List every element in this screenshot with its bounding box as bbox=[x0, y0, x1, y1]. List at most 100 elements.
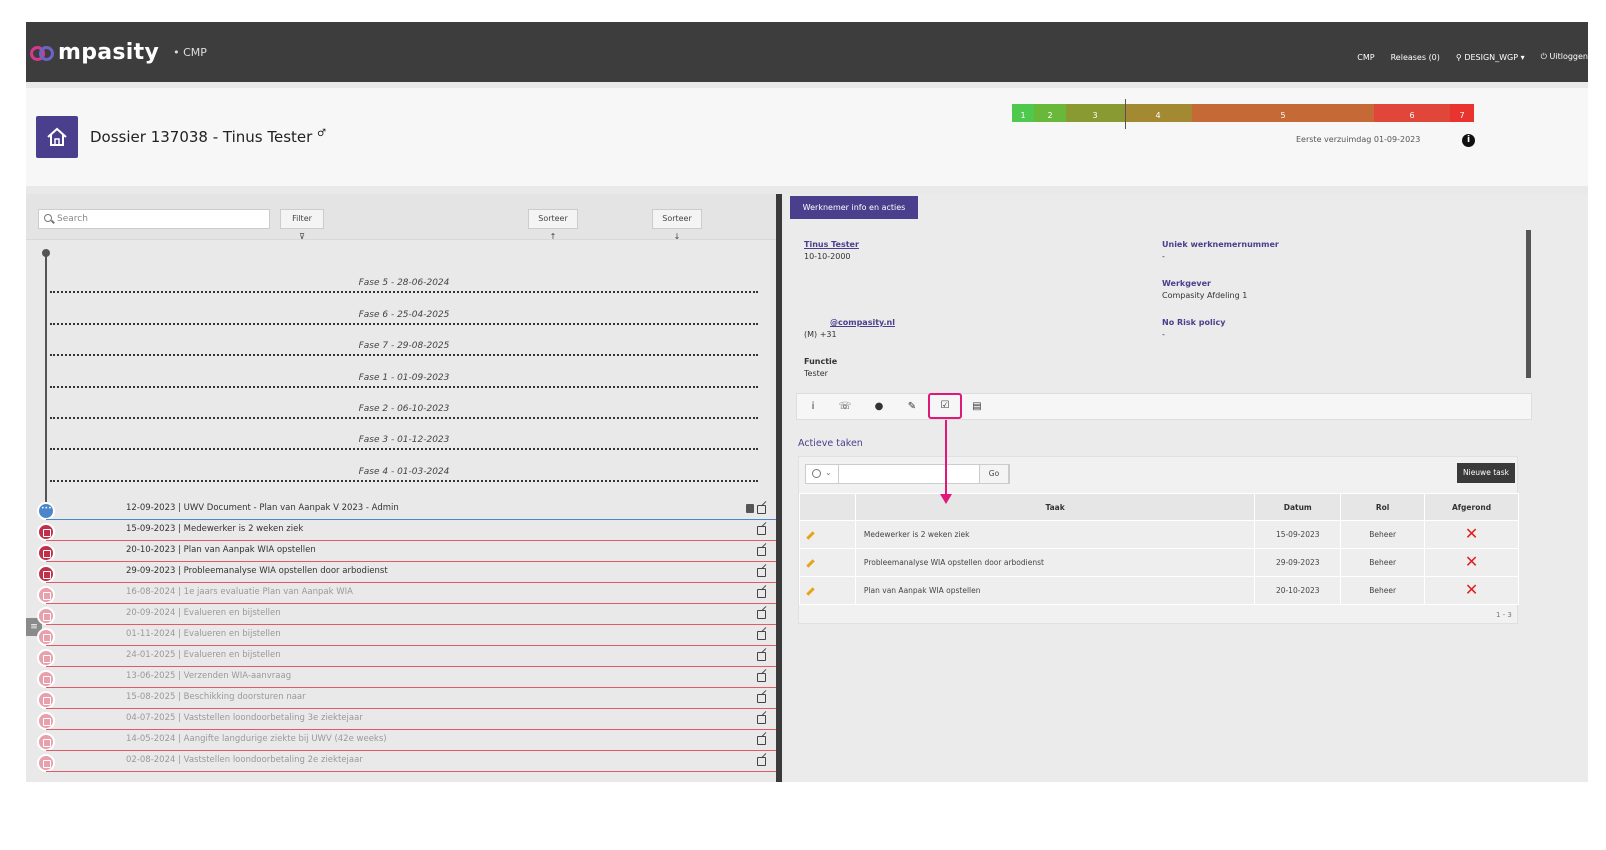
timeline-event[interactable]: 01-11-2024 | Evalueren en bijstellen bbox=[26, 625, 776, 646]
timeline-event[interactable]: 12-09-2023 | UWV Document - Plan van Aan… bbox=[26, 499, 776, 520]
calendar-icon[interactable] bbox=[746, 504, 754, 513]
event-dot-icon bbox=[37, 502, 55, 520]
dossier-header: Dossier 137038 - Tinus Tester ♂ 1 2 3 4 … bbox=[26, 88, 1588, 186]
open-external-icon[interactable] bbox=[757, 589, 766, 598]
app-window: mpasity • CMP CMP Releases (0) ⚲ DESIGN_… bbox=[26, 22, 1588, 782]
phase-segment-2[interactable]: 2 bbox=[1034, 104, 1066, 122]
phase-segment-5[interactable]: 5 bbox=[1192, 104, 1374, 122]
open-external-icon[interactable] bbox=[757, 652, 766, 661]
task-name: Medewerker is 2 weken ziek bbox=[854, 520, 1256, 549]
nav-link-user[interactable]: ⚲ DESIGN_WGP ▾ bbox=[1456, 53, 1525, 62]
event-dot-icon bbox=[37, 544, 55, 562]
nav-link-releases[interactable]: Releases (0) bbox=[1391, 53, 1440, 62]
timeline-event[interactable]: 20-10-2023 | Plan van Aanpak WIA opstell… bbox=[26, 541, 776, 562]
email-link[interactable]: @compasity.nl bbox=[830, 318, 895, 327]
open-external-icon[interactable] bbox=[757, 505, 766, 514]
timeline-event[interactable]: 15-09-2023 | Medewerker is 2 weken ziek bbox=[26, 520, 776, 541]
filter-button[interactable]: Filter ⊽ bbox=[280, 209, 324, 241]
open-external-icon[interactable] bbox=[757, 610, 766, 619]
tasks-icon[interactable]: ☑ bbox=[928, 393, 962, 419]
logo-text: mpasity bbox=[58, 40, 160, 65]
table-row[interactable]: Probleemanalyse WIA opstellen door arbod… bbox=[799, 548, 1519, 577]
edit-pencil-icon[interactable] bbox=[806, 559, 815, 568]
open-external-icon[interactable] bbox=[757, 526, 766, 535]
column-header-done[interactable]: Afgerond bbox=[1424, 493, 1519, 521]
search-icon bbox=[44, 214, 52, 222]
column-header-task[interactable]: Taak bbox=[854, 493, 1256, 521]
open-external-icon[interactable] bbox=[757, 673, 766, 682]
pagination-info: 1 - 3 bbox=[1496, 611, 1512, 619]
sort-descending-button[interactable]: Sorteer ↓ bbox=[652, 209, 702, 241]
first-absence-day: Eerste verzuimdag 01-09-2023 bbox=[1296, 135, 1421, 144]
open-external-icon[interactable] bbox=[757, 736, 766, 745]
timeline-search-input[interactable]: Search bbox=[38, 209, 270, 229]
sort-ascending-button[interactable]: Sorteer ↑ bbox=[528, 209, 578, 241]
home-button[interactable] bbox=[36, 116, 78, 158]
timeline-event[interactable]: 24-01-2025 | Evalueren en bijstellen bbox=[26, 646, 776, 667]
nav-link-logout[interactable]: ⏻ Uitloggen bbox=[1541, 52, 1588, 62]
timeline-event[interactable]: 13-06-2025 | Verzenden WIA-aanvraag bbox=[26, 667, 776, 688]
column-header-date[interactable]: Datum bbox=[1254, 493, 1342, 521]
chevron-down-icon[interactable]: ⌄ bbox=[825, 468, 832, 477]
timeline-event[interactable]: 20-09-2024 | Evalueren en bijstellen bbox=[26, 604, 776, 625]
event-dot-icon bbox=[37, 628, 55, 646]
phase-segment-1[interactable]: 1 bbox=[1012, 104, 1034, 122]
attachment-icon[interactable]: ✎ bbox=[902, 398, 922, 416]
info-scrollbar[interactable] bbox=[1526, 230, 1531, 378]
go-button[interactable]: Go bbox=[979, 464, 1009, 484]
task-role: Beheer bbox=[1340, 520, 1426, 549]
timeline-event[interactable]: 14-05-2024 | Aangifte langdurige ziekte … bbox=[26, 730, 776, 751]
phase-segment-6[interactable]: 6 bbox=[1374, 104, 1450, 122]
column-header-edit bbox=[799, 493, 856, 521]
timeline-event[interactable]: 02-08-2024 | Vaststellen loondoorbetalin… bbox=[26, 751, 776, 772]
panel-resize-handle[interactable] bbox=[776, 194, 782, 782]
page-title: Dossier 137038 - Tinus Tester ♂ bbox=[90, 128, 327, 146]
event-dot-icon bbox=[37, 754, 55, 772]
edit-pencil-icon[interactable] bbox=[806, 587, 815, 596]
new-task-button[interactable]: Nieuwe task bbox=[1457, 463, 1515, 483]
not-done-x-icon[interactable]: ✕ bbox=[1465, 580, 1478, 599]
open-external-icon[interactable] bbox=[757, 715, 766, 724]
nav-link-cmp[interactable]: CMP bbox=[1357, 53, 1374, 62]
open-external-icon[interactable] bbox=[757, 694, 766, 703]
function-field: Functie Tester bbox=[804, 357, 838, 378]
open-external-icon[interactable] bbox=[757, 631, 766, 640]
annotation-arrow bbox=[945, 420, 947, 494]
open-external-icon[interactable] bbox=[757, 547, 766, 556]
phone-icon[interactable]: ☏ bbox=[835, 398, 855, 416]
chat-icon[interactable]: ● bbox=[869, 398, 889, 416]
edit-pencil-icon[interactable] bbox=[806, 531, 815, 540]
timeline-event[interactable]: 15-08-2025 | Beschikking doorsturen naar bbox=[26, 688, 776, 709]
tab-employee-info[interactable]: Werknemer info en acties bbox=[790, 196, 918, 219]
active-tasks-panel: ⌄ Go Nieuwe task Taak Datum Rol Afgerond bbox=[798, 456, 1519, 624]
gender-icon: ♂ bbox=[317, 128, 327, 139]
info-icon[interactable]: i bbox=[1462, 134, 1475, 147]
table-row[interactable]: Medewerker is 2 weken ziek 15-09-2023 Be… bbox=[799, 520, 1519, 549]
phase-divider: Fase 2 - 06-10-2023 bbox=[50, 404, 758, 428]
event-dot-icon bbox=[37, 523, 55, 541]
employee-name-link[interactable]: Tinus Tester bbox=[804, 240, 859, 249]
event-dot-icon bbox=[37, 712, 55, 730]
search-icon bbox=[812, 469, 821, 478]
column-header-role[interactable]: Rol bbox=[1340, 493, 1426, 521]
phase-divider: Fase 7 - 29-08-2025 bbox=[50, 341, 758, 365]
contact-field: @compasity.nl (M) +31 bbox=[804, 318, 895, 339]
timeline-event[interactable]: 16-08-2024 | 1e jaars evaluatie Plan van… bbox=[26, 583, 776, 604]
open-external-icon[interactable] bbox=[757, 757, 766, 766]
timeline-event[interactable]: 29-09-2023 | Probleemanalyse WIA opstell… bbox=[26, 562, 776, 583]
archive-icon[interactable]: ▤ bbox=[967, 398, 987, 416]
not-done-x-icon[interactable]: ✕ bbox=[1465, 524, 1478, 543]
table-row[interactable]: Plan van Aanpak WIA opstellen 20-10-2023… bbox=[799, 576, 1519, 605]
timeline-toolbar: Search Filter ⊽ Sorteer ↑ Sorteer ↓ bbox=[26, 194, 776, 241]
event-dot-icon bbox=[37, 733, 55, 751]
phase-segment-7[interactable]: 7 bbox=[1450, 104, 1474, 122]
employer-field: Werkgever Compasity Afdeling 1 bbox=[1162, 279, 1248, 300]
phase-segment-3[interactable]: 3 bbox=[1066, 104, 1124, 122]
timeline-event[interactable]: 04-07-2025 | Vaststellen loondoorbetalin… bbox=[26, 709, 776, 730]
compasity-logo[interactable]: mpasity • CMP bbox=[30, 40, 207, 65]
info-tab-icon[interactable]: i bbox=[803, 398, 823, 416]
phase-segment-4[interactable]: 4 bbox=[1124, 104, 1192, 122]
open-external-icon[interactable] bbox=[757, 568, 766, 577]
nav-links: CMP Releases (0) ⚲ DESIGN_WGP ▾ ⏻ Uitlog… bbox=[1357, 52, 1588, 62]
not-done-x-icon[interactable]: ✕ bbox=[1465, 552, 1478, 571]
